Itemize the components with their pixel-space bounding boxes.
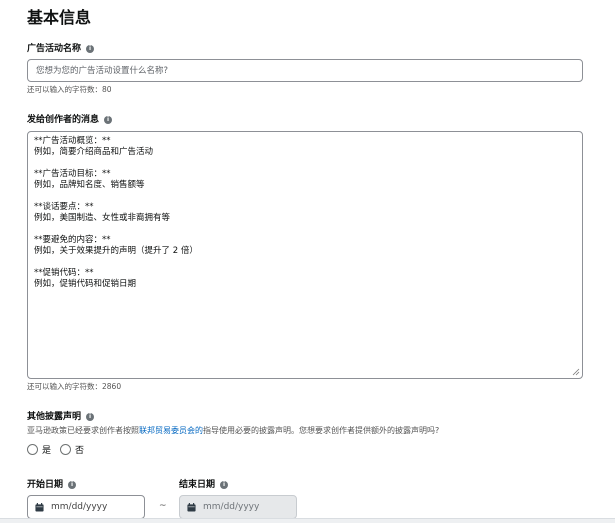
campaign-name-input[interactable]: 您想为您的广告活动设置什么名称? [27, 59, 583, 82]
creator-message-textarea[interactable]: **广告活动概览：** 例如，简要介绍商品和广告活动 **广告活动目标：** 例如，品… [27, 131, 583, 379]
end-date-input[interactable]: mm/dd/yyyy [179, 495, 297, 519]
start-date-input[interactable]: mm/dd/yyyy [27, 495, 145, 519]
end-date-label: 结束日期 i [179, 479, 229, 491]
radio-yes[interactable] [27, 444, 38, 455]
info-icon[interactable]: i [220, 481, 229, 489]
disclosure-label: 其他披露声明 i [27, 411, 95, 423]
message-line: 例如，美国制造、女性或非裔拥有等 [34, 213, 171, 223]
message-line: 例如，关于效果提升的声明（提升了 2 倍） [34, 246, 198, 256]
message-line: 例如，品牌知名度、销售额等 [34, 180, 145, 190]
calendar-icon [35, 502, 44, 512]
info-icon[interactable]: i [104, 116, 113, 124]
disclosure-options: 是 否 [27, 443, 93, 456]
campaign-name-char-count: 还可以输入的字符数：80 [27, 85, 112, 94]
calendar-icon [187, 502, 196, 512]
creator-message-content: **广告活动概览：** 例如，简要介绍商品和广告活动 **广告活动目标：** 例如，品… [34, 136, 576, 290]
message-line: **广告活动概览：** [34, 136, 111, 146]
radio-no-label[interactable]: 否 [75, 443, 84, 456]
date-range-separator: ~ [159, 501, 167, 511]
message-line: **促销代码：** [34, 268, 94, 278]
info-icon[interactable]: i [86, 413, 95, 421]
radio-yes-label[interactable]: 是 [42, 443, 51, 456]
info-icon[interactable]: i [86, 45, 95, 53]
resize-handle-icon[interactable] [572, 368, 580, 376]
radio-no[interactable] [60, 444, 72, 455]
info-icon[interactable]: i [68, 481, 77, 489]
message-line: **要避免的内容：** [34, 235, 111, 245]
campaign-name-label: 广告活动名称 i [27, 43, 95, 55]
footer-divider [0, 518, 615, 523]
creator-message-label: 发给创作者的消息 i [27, 114, 113, 126]
message-line: 例如，促销代码和促销日期 [34, 279, 137, 289]
page-title: 基本信息 [27, 8, 92, 27]
ftc-link[interactable]: 联邦贸易委员会的 [139, 426, 203, 435]
message-line: **谈话要点：** [34, 202, 94, 212]
disclosure-description: 亚马逊政策已经要求创作者按照联邦贸易委员会的指导使用必要的披露声明。您想要求创作… [27, 426, 440, 435]
creator-message-char-count: 还可以输入的字符数：2860 [27, 382, 122, 391]
message-line: **广告活动目标：** [34, 169, 111, 179]
start-date-label: 开始日期 i [27, 479, 77, 491]
message-line: 例如，简要介绍商品和广告活动 [34, 147, 154, 157]
